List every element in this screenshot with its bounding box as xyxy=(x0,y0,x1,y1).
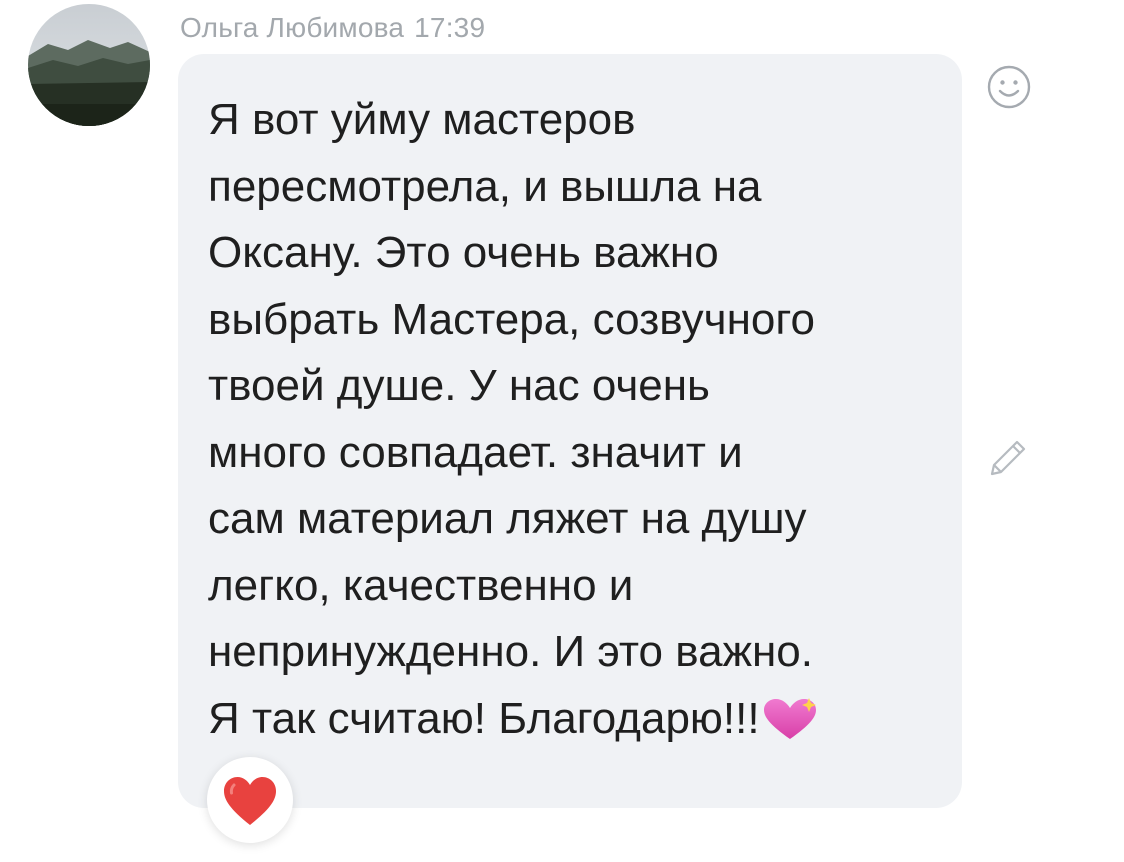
message-line: Оксану. Это очень важно xyxy=(208,228,719,277)
message-line: сам материал ляжет на душу xyxy=(208,494,807,543)
edit-button[interactable] xyxy=(984,434,1032,482)
avatar[interactable] xyxy=(28,4,150,126)
message-line: выбрать Мастера, созвучного xyxy=(208,294,815,344)
message-time: 17:39 xyxy=(414,12,486,43)
message-line: много совпадает. значит и xyxy=(208,427,743,477)
reaction-heart-button[interactable] xyxy=(207,757,293,843)
message-line: легко, качественно и xyxy=(208,560,634,610)
message-line-last: Я так считаю! Благодарю!!! xyxy=(208,686,938,753)
author-name[interactable]: Ольга Любимова xyxy=(180,12,404,43)
sparkling-heart-icon xyxy=(760,697,820,741)
message-line: Я вот уйму мастеров xyxy=(208,95,636,144)
red-heart-icon xyxy=(224,777,276,825)
smiley-icon xyxy=(987,65,1031,109)
add-reaction-button[interactable] xyxy=(986,64,1032,110)
avatar-landscape-image xyxy=(28,4,150,126)
message-line: пересмотрела, и вышла на xyxy=(208,161,762,211)
message-line-text: Я так считаю! Благодарю!!! xyxy=(208,693,760,743)
message-line: твоей душе. У нас очень xyxy=(208,361,710,410)
message-line: непринужденно. И это важно. xyxy=(208,627,813,676)
message-text: Я вот уйму мастеров пересмотрела, и вышл… xyxy=(208,87,938,752)
pencil-icon xyxy=(990,440,1026,476)
message-header: Ольга Любимова 17:39 xyxy=(180,12,485,44)
